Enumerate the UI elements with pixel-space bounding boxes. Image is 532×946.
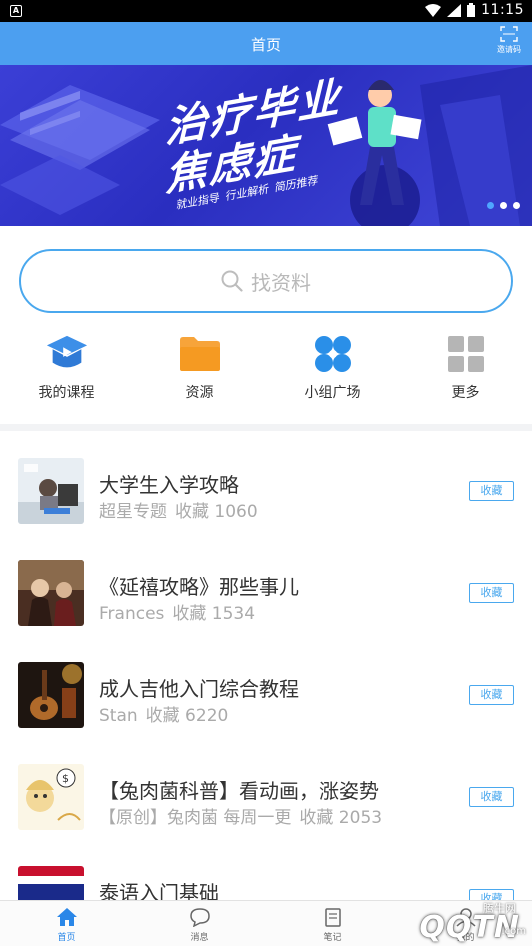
banner-dot[interactable] <box>500 202 507 209</box>
list-item[interactable]: 大学生入学攻略 超星专题 收藏 1060 收藏 <box>0 431 532 533</box>
course-thumbnail <box>18 560 84 626</box>
status-right: 11:15 <box>425 2 524 18</box>
favorite-button[interactable]: 收藏 <box>469 787 514 807</box>
group-icon <box>311 334 355 374</box>
tab-label: 消息 <box>190 933 209 943</box>
list-item-title: 大学生入学攻略 <box>99 473 239 497</box>
message-icon <box>189 908 210 927</box>
tab-label: 首页 <box>57 933 76 943</box>
scan-icon <box>500 26 518 42</box>
favorite-button[interactable]: 收藏 <box>469 583 514 603</box>
banner-page-indicator <box>487 202 520 209</box>
quick-nav-more[interactable]: 更多 <box>399 334 532 414</box>
folder-icon <box>178 334 222 374</box>
course-thumbnail <box>18 458 84 524</box>
page-title: 首页 <box>250 36 281 54</box>
list-item-meta: 【原创】兔肉菌 每周一更 收藏 2053 <box>99 803 390 828</box>
quick-nav-label: 资源 <box>185 385 214 401</box>
quick-nav-resources[interactable]: 资源 <box>133 334 266 414</box>
course-thumbnail <box>18 662 84 728</box>
status-time: 11:15 <box>481 2 524 18</box>
course-thumbnail: $ <box>18 764 84 830</box>
list-item-meta: Stan 收藏 6220 <box>99 701 236 726</box>
list-item-title: 成人吉他入门综合教程 <box>99 677 299 701</box>
search-placeholder: 找资料 <box>251 270 311 295</box>
list-item-fav-count: 收藏 1060 <box>175 502 258 522</box>
app-screen: A 11:15 首页 邀请码 治疗毕业 焦虑症 就业指导 行业解析 简历推荐 找… <box>0 0 532 946</box>
banner-dot[interactable] <box>513 202 520 209</box>
list-item-source: Stan <box>99 706 138 726</box>
search-input[interactable]: 找资料 <box>19 249 513 313</box>
signal-icon <box>447 3 462 17</box>
search-icon <box>221 270 243 292</box>
list-item-source: 超星专题 <box>99 502 167 522</box>
list-item-source: Frances <box>99 604 165 624</box>
wifi-icon <box>425 3 442 17</box>
watermark-domain-text: .com <box>501 926 526 937</box>
promo-banner[interactable]: 治疗毕业 焦虑症 就业指导 行业解析 简历推荐 <box>0 65 532 226</box>
tab-home[interactable]: 首页 <box>0 901 133 946</box>
title-bar: 首页 邀请码 <box>0 22 532 65</box>
site-watermark: 腾牛网 QQTN .com <box>338 896 528 946</box>
list-item-title: 【兔肉菌科普】看动画，涨姿势 <box>99 779 379 803</box>
tab-messages[interactable]: 消息 <box>133 901 266 946</box>
status-bar: A 11:15 <box>0 0 532 22</box>
favorite-button[interactable]: 收藏 <box>469 685 514 705</box>
section-divider <box>0 424 532 431</box>
notification-icon: A <box>10 5 22 17</box>
svg-text:$: $ <box>62 772 69 785</box>
list-item[interactable]: 成人吉他入门综合教程 Stan 收藏 6220 收藏 <box>0 635 532 737</box>
invite-code-button[interactable]: 邀请码 <box>494 26 524 55</box>
list-item-meta: 超星专题 收藏 1060 <box>99 497 266 522</box>
quick-nav-label: 小组广场 <box>304 385 361 401</box>
quick-nav-group-square[interactable]: 小组广场 <box>266 334 399 414</box>
list-item-fav-count: 收藏 6220 <box>145 706 229 726</box>
invite-code-label: 邀请码 <box>497 45 521 54</box>
list-item-fav-count: 收藏 2053 <box>299 808 383 828</box>
favorite-button[interactable]: 收藏 <box>469 481 514 501</box>
list-item-source: 【原创】兔肉菌 每周一更 <box>99 808 292 828</box>
quick-nav: 我的课程 资源 小组广场 更多 <box>0 334 532 414</box>
quick-nav-my-courses[interactable]: 我的课程 <box>0 334 133 414</box>
course-icon <box>45 334 89 374</box>
list-item-meta: Frances 收藏 1534 <box>99 599 263 624</box>
list-item[interactable]: 《延禧攻略》那些事儿 Frances 收藏 1534 收藏 <box>0 533 532 635</box>
list-item[interactable]: $ 【兔肉菌科普】看动画，涨姿势 【原创】兔肉菌 每周一更 收藏 2053 收藏 <box>0 737 532 839</box>
quick-nav-label: 我的课程 <box>38 385 95 401</box>
grid-icon <box>444 334 488 374</box>
list-item-fav-count: 收藏 1534 <box>172 604 256 624</box>
battery-icon <box>467 3 476 17</box>
banner-dot[interactable] <box>487 202 494 209</box>
list-item-title: 《延禧攻略》那些事儿 <box>99 575 299 599</box>
quick-nav-label: 更多 <box>451 385 480 401</box>
home-icon <box>56 908 77 926</box>
